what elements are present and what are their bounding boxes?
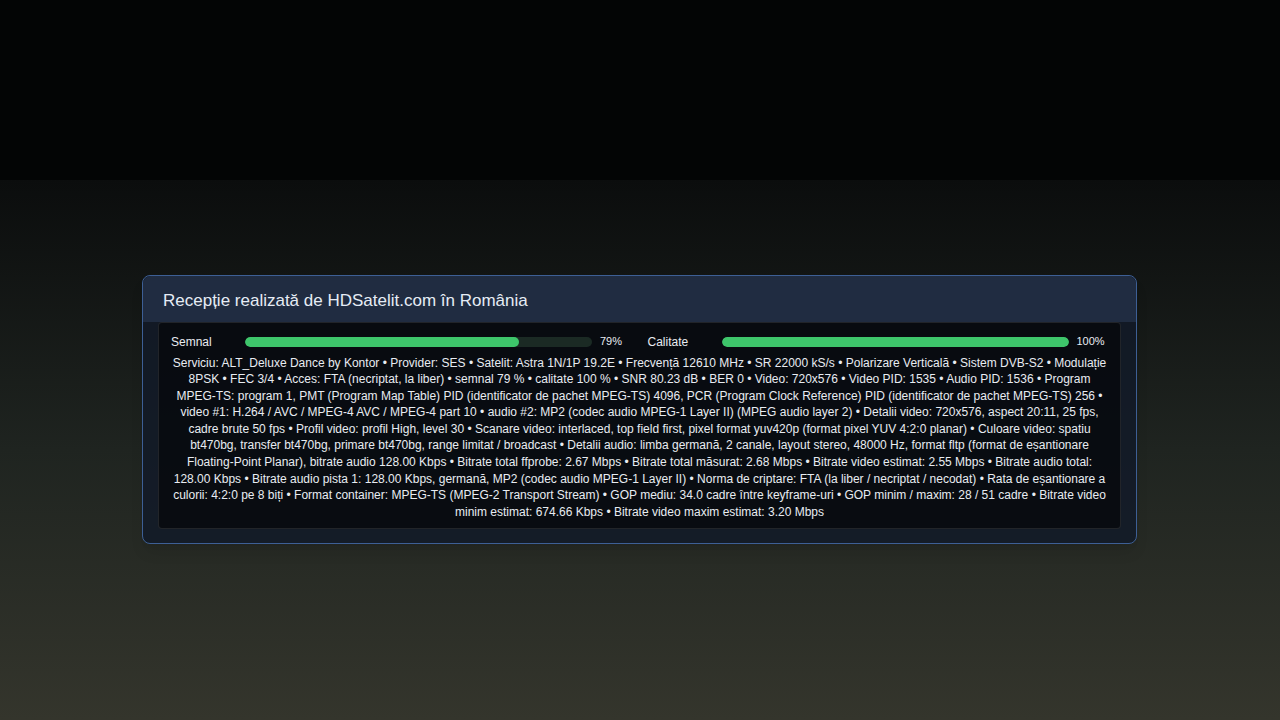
detail-item: Serviciu: ALT_Deluxe Dance by Kontor (173, 356, 380, 370)
detail-item: Profil video: profil High, level 30 (296, 422, 464, 436)
detail-item: SNR 80.23 dB (622, 372, 699, 386)
detail-item: Sistem DVB-S2 (960, 356, 1043, 370)
detail-item: video #1: H.264 / AVC / MPEG-4 AVC / MPE… (180, 405, 476, 419)
detail-item: Satelit: Astra 1N/1P 19.2E (476, 356, 615, 370)
detail-item: Video: 720x576 (755, 372, 838, 386)
meter-fill (722, 337, 1069, 347)
detail-item: calitate 100 % (535, 372, 610, 386)
detail-item: BER 0 (709, 372, 744, 386)
detail-item: Bitrate video estimat: 2.55 Mbps (813, 455, 984, 469)
detail-item: Scanare video: interlaced, top field fir… (475, 422, 967, 436)
detail-item: GOP mediu: 34.0 cadre între keyframe-uri (610, 488, 833, 502)
detail-item: Bitrate total măsurat: 2.68 Mbps (632, 455, 802, 469)
detail-item: Norma de criptare: FTA (la liber / necri… (697, 472, 976, 486)
detail-item: GOP minim / maxim: 28 / 51 cadre (844, 488, 1028, 502)
detail-item: Bitrate total ffprobe: 2.67 Mbps (457, 455, 621, 469)
meter-row: Semnal 79% Calitate 100% (171, 333, 1108, 351)
meter-track (722, 337, 1069, 347)
detail-item: Acces: FTA (necriptat, la liber) (284, 372, 444, 386)
detail-item: Provider: SES (390, 356, 465, 370)
detail-item: Bitrate audio pista 1: 128.00 Kbps, germ… (252, 472, 686, 486)
meter-reading: 100% (1077, 333, 1105, 350)
detail-item: Polarizare Verticală (846, 356, 949, 370)
detail-item: FEC 3/4 (230, 372, 274, 386)
meter-label: Semnal (171, 333, 245, 351)
panel-header: Recepție realizată de HDSatelit.com în R… (143, 276, 1136, 322)
detail-item: Audio PID: 1536 (946, 372, 1033, 386)
detail-item: semnal 79 % (455, 372, 524, 386)
detail-item: SR 22000 kS/s (755, 356, 835, 370)
meter-label: Calitate (648, 333, 722, 351)
meter: Calitate 100% (648, 333, 1109, 351)
top-dark-area (0, 0, 1280, 180)
detail-item: Frecvență 12610 MHz (626, 356, 744, 370)
screen: Recepție realizată de HDSatelit.com în R… (0, 0, 1280, 720)
info-panel: Recepție realizată de HDSatelit.com în R… (142, 275, 1137, 544)
meter-fill (245, 337, 519, 347)
detail-item: Format container: MPEG-TS (MPEG-2 Transp… (294, 488, 599, 502)
details-box: Semnal 79% Calitate 100% Serviciu: ALT_Delux… (158, 322, 1121, 530)
details-text: Serviciu: ALT_Deluxe Dance by Kontor • P… (171, 355, 1108, 521)
meter-reading: 79% (600, 333, 622, 350)
detail-item: Bitrate video maxim estimat: 3.20 Mbps (614, 505, 824, 519)
detail-item: audio #2: MP2 (codec audio MPEG-1 Layer … (488, 405, 853, 419)
detail-item: Video PID: 1535 (849, 372, 936, 386)
meter: Semnal 79% (171, 333, 632, 351)
meter-track (245, 337, 592, 347)
